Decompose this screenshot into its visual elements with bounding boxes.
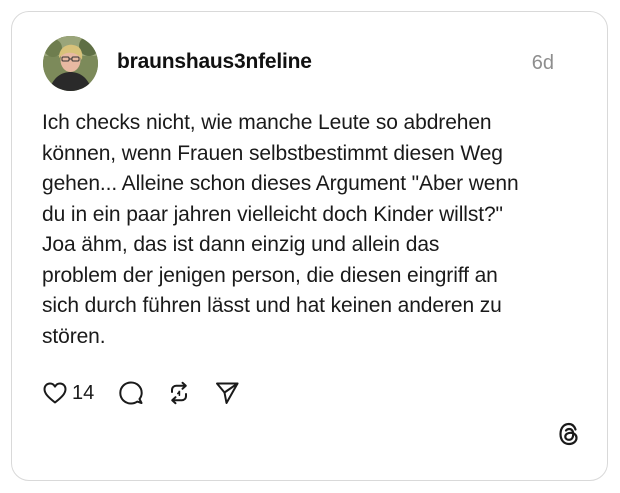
comment-icon: [118, 380, 144, 406]
heart-icon: [42, 381, 68, 405]
action-bar: 14: [42, 378, 240, 408]
like-button[interactable]: 14: [42, 381, 94, 405]
avatar[interactable]: [43, 36, 98, 91]
comment-button[interactable]: [118, 380, 144, 406]
repost-icon: [166, 380, 192, 406]
repost-button[interactable]: [166, 380, 192, 406]
send-icon: [214, 380, 240, 406]
post-timestamp: 6d: [531, 52, 554, 74]
username[interactable]: braunshaus3nfeline: [117, 50, 312, 74]
post-card: braunshaus3nfeline 6d Ich checks nicht, …: [11, 11, 608, 481]
post-text: Ich checks nicht, wie manche Leute so ab…: [42, 111, 519, 348]
like-count: 14: [72, 381, 95, 404]
threads-logo-icon[interactable]: [557, 421, 581, 452]
share-button[interactable]: [214, 380, 240, 406]
